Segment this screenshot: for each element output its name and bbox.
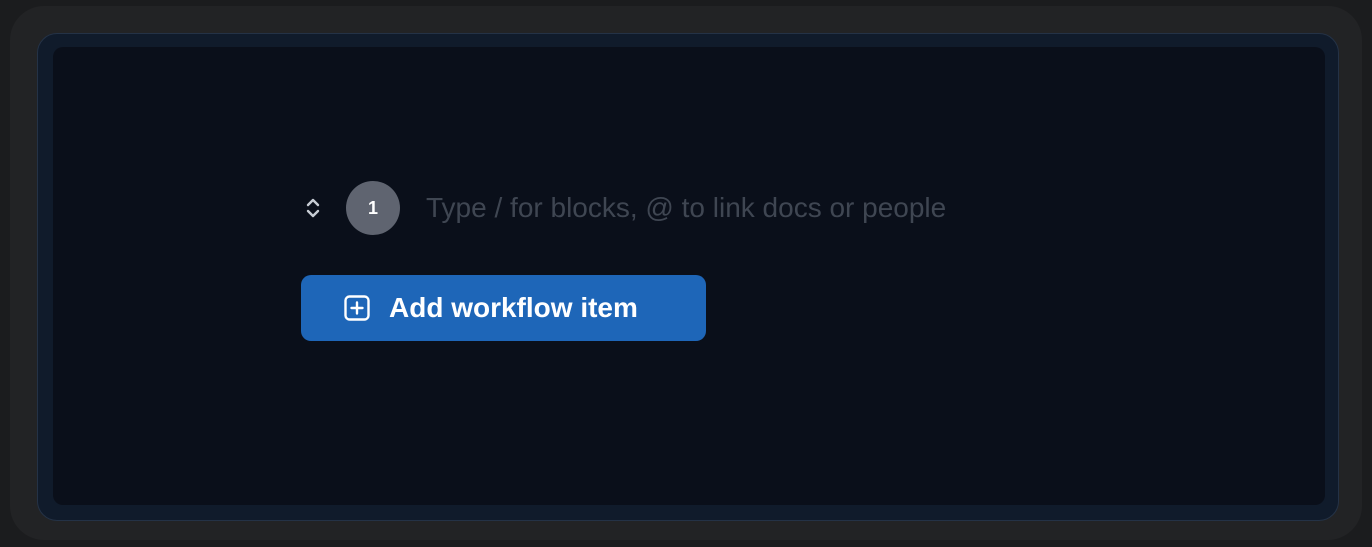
chevron-up-down-icon (306, 198, 320, 218)
step-number-badge: 1 (346, 181, 400, 235)
workflow-item-row: 1 (300, 180, 1066, 236)
workflow-item-input[interactable] (426, 188, 1066, 228)
add-workflow-item-label: Add workflow item (389, 292, 638, 323)
add-workflow-item-button[interactable]: Add workflow item (301, 275, 706, 341)
plus-square-icon (343, 294, 371, 322)
reorder-handle[interactable] (300, 192, 326, 224)
